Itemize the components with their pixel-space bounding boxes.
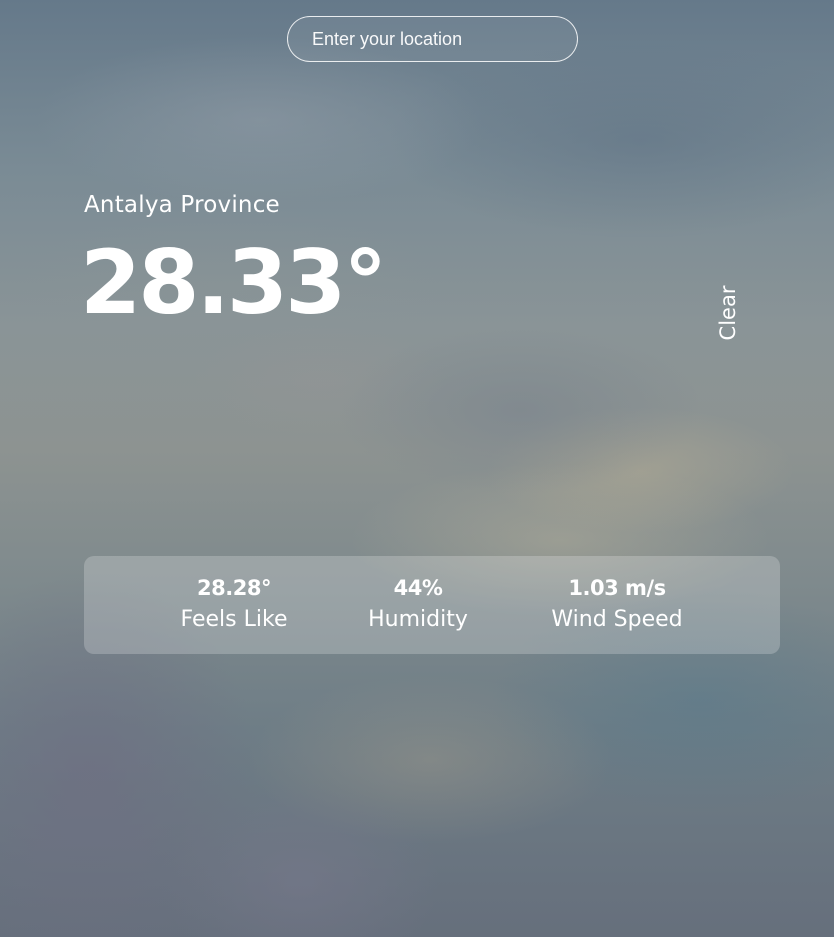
feels-like-label: Feels Like (180, 607, 288, 632)
wind-speed-stat: 1.03 m/s Wind Speed (551, 574, 682, 636)
wind-speed-value: 1.03 m/s (568, 576, 666, 600)
weather-details-panel: 28.28° Feels Like 44% Humidity 1.03 m/s … (84, 556, 780, 654)
feels-like-value: 28.28° (197, 576, 271, 600)
humidity-value: 44% (393, 576, 443, 600)
wind-speed-label: Wind Speed (551, 607, 683, 632)
humidity-stat: 44% Humidity (368, 574, 468, 636)
current-temperature: 28.33° (80, 231, 387, 334)
humidity-label: Humidity (368, 607, 468, 632)
weather-condition: Clear (716, 285, 740, 341)
location-name: Antalya Province (84, 192, 280, 218)
search-bar (287, 16, 578, 62)
location-search-input[interactable] (287, 16, 578, 62)
feels-like-stat: 28.28° Feels Like (181, 574, 288, 636)
